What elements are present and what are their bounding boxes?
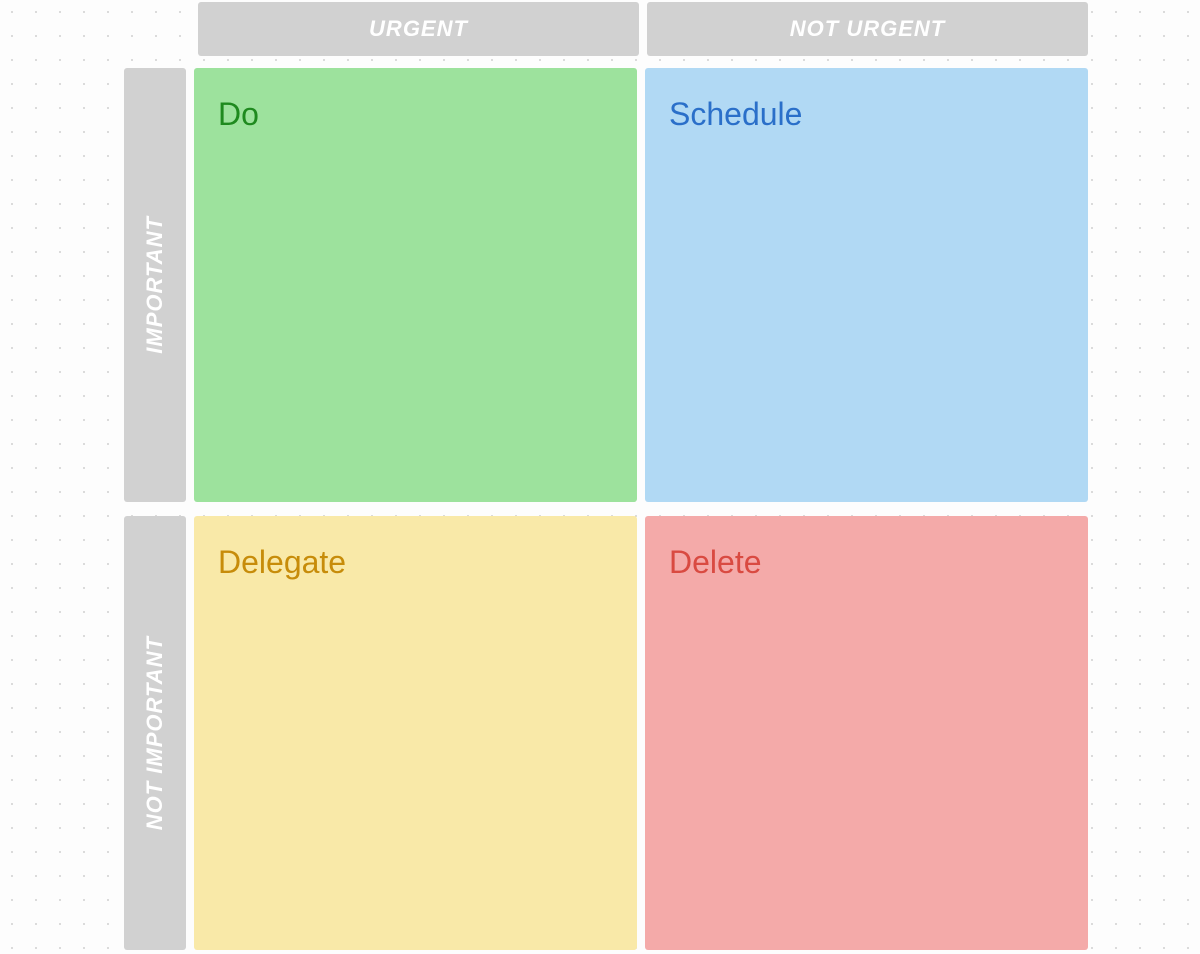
eisenhower-matrix: URGENT NOT URGENT IMPORTANT Do Schedule … xyxy=(124,2,1088,952)
quadrant-do-title: Do xyxy=(218,96,613,133)
column-header-urgent: URGENT xyxy=(198,2,639,56)
column-headers: URGENT NOT URGENT xyxy=(198,2,1088,56)
column-header-not-urgent-label: NOT URGENT xyxy=(790,16,945,42)
row-header-important: IMPORTANT xyxy=(124,68,186,502)
column-header-not-urgent: NOT URGENT xyxy=(647,2,1088,56)
column-header-urgent-label: URGENT xyxy=(369,16,468,42)
quadrant-delete[interactable]: Delete xyxy=(645,516,1088,950)
quadrant-delete-title: Delete xyxy=(669,544,1064,581)
quadrant-do[interactable]: Do xyxy=(194,68,637,502)
row-header-important-label: IMPORTANT xyxy=(142,216,168,354)
quadrant-delegate-title: Delegate xyxy=(218,544,613,581)
matrix-row-important: IMPORTANT Do Schedule xyxy=(124,68,1088,502)
quadrant-schedule-title: Schedule xyxy=(669,96,1064,133)
matrix-body: IMPORTANT Do Schedule NOT IMPORTANT Dele… xyxy=(124,68,1088,950)
row-header-not-important: NOT IMPORTANT xyxy=(124,516,186,950)
row-header-not-important-label: NOT IMPORTANT xyxy=(142,636,168,830)
quadrant-schedule[interactable]: Schedule xyxy=(645,68,1088,502)
quadrant-delegate[interactable]: Delegate xyxy=(194,516,637,950)
matrix-row-not-important: NOT IMPORTANT Delegate Delete xyxy=(124,516,1088,950)
